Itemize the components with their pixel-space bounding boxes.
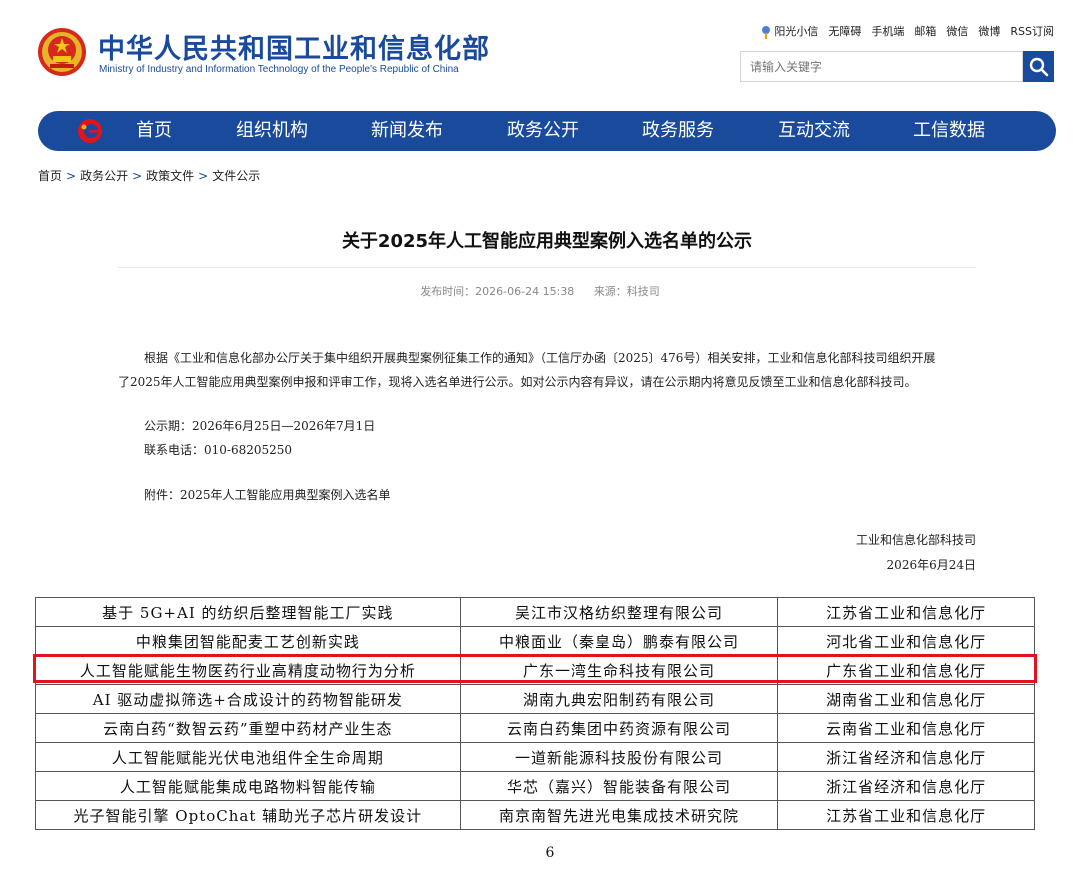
company-cell: 华芯（嘉兴）智能装备有限公司 [459, 771, 779, 801]
site-title[interactable]: 中华人民共和国工业和信息化部 [98, 27, 490, 66]
site-subtitle: Ministry of Industry and Information Tec… [99, 64, 459, 75]
article-paragraph: 根据《工业和信息化部办公厅关于集中组织开展典型案例征集工作的通知》（工信厅办函〔… [118, 346, 988, 394]
case-list-table: 基于 5G+AI 的纺织后整理智能工厂实践 吴江市汉格纺织整理有限公司 江苏省工业和… [35, 597, 1035, 830]
table-body: 基于 5G+AI 的纺织后整理智能工厂实践 吴江市汉格纺织整理有限公司 江苏省工业和… [35, 597, 1035, 830]
nav-government-affairs[interactable]: 政务公开 [507, 111, 579, 151]
page-number: 6 [545, 845, 555, 861]
search-button[interactable] [1023, 51, 1054, 82]
search-icon [1029, 57, 1048, 76]
company-cell: 湖南九典宏阳制药有限公司 [459, 684, 779, 714]
breadcrumb: 首页 > 政务公开 > 政策文件 > 文件公示 [38, 167, 260, 184]
paragraph-line: 了2025年人工智能应用典型案例申报和评审工作，现将入选名单进行公示。如对公示内… [118, 375, 917, 389]
department-cell: 江苏省工业和信息化厅 [777, 597, 1035, 627]
breadcrumb-home[interactable]: 首页 [38, 169, 62, 183]
company-cell: 云南白药集团中药资源有限公司 [459, 713, 779, 743]
top-link-wechat[interactable]: 微信 [946, 23, 968, 39]
company-cell: 中粮面业（秦皇岛）鹏泰有限公司 [459, 626, 779, 656]
department-cell: 广东省工业和信息化厅 [777, 655, 1035, 685]
signoff-organization: 工业和信息化部科技司 [855, 533, 976, 547]
article-title: 关于2025年人工智能应用典型案例入选名单的公示 [341, 231, 753, 252]
department-cell: 江苏省工业和信息化厅 [777, 800, 1035, 830]
contact-phone: 联系电话：010-68205250 [144, 443, 293, 457]
breadcrumb-public-notice[interactable]: 文件公示 [212, 169, 260, 183]
case-name-cell: 光子智能引擎 OptoChat 辅助光子芯片研发设计 [35, 800, 461, 830]
attachment-link[interactable]: 附件：2025年人工智能应用典型案例入选名单 [144, 483, 391, 507]
case-name-cell: AI 驱动虚拟筛选+合成设计的药物智能研发 [35, 684, 461, 714]
company-cell: 一道新能源科技股份有限公司 [459, 742, 779, 772]
top-link-weibo[interactable]: 微博 [978, 23, 1000, 39]
case-name-cell: 人工智能赋能集成电路物料智能传输 [35, 771, 461, 801]
breadcrumb-separator: > [132, 169, 143, 183]
miit-logo-icon [78, 119, 102, 143]
department-cell: 湖南省工业和信息化厅 [777, 684, 1035, 714]
company-cell: 南京南智先进光电集成技术研究院 [459, 800, 779, 830]
nav-government-services[interactable]: 政务服务 [642, 111, 714, 151]
table-row: 人工智能赋能生物医药行业高精度动物行为分析 广东一湾生命科技有限公司 广东省工业和信… [35, 655, 1035, 685]
nav-news[interactable]: 新闻发布 [371, 111, 443, 151]
table-row: 光子智能引擎 OptoChat 辅助光子芯片研发设计 南京南智先进光电集成技术研究… [35, 800, 1035, 830]
nav-data[interactable]: 工信数据 [913, 111, 985, 151]
signoff-date: 2026年6月24日 [886, 558, 976, 572]
paragraph-line: 根据《工业和信息化部办公厅关于集中组织开展典型案例征集工作的通知》（工信厅办函〔… [144, 351, 936, 365]
article-meta: 发布时间：2026-06-24 15:38 来源：科技司 [0, 283, 1080, 299]
article-source: 来源：科技司 [593, 285, 660, 298]
case-name-cell: 人工智能赋能生物医药行业高精度动物行为分析 [35, 655, 461, 685]
department-cell: 浙江省经济和信息化厅 [777, 742, 1035, 772]
table-row: 人工智能赋能集成电路物料智能传输 华芯（嘉兴）智能装备有限公司 浙江省经济和信息化厅 [35, 771, 1035, 801]
search-input[interactable] [741, 52, 1022, 81]
company-cell: 广东一湾生命科技有限公司 [459, 655, 779, 685]
search-box [740, 51, 1023, 82]
notice-period: 公示期：2026年6月25日—2026年7月1日 [144, 419, 376, 433]
table-row: 中粮集团智能配麦工艺创新实践 中粮面业（秦皇岛）鹏泰有限公司 河北省工业和信息化厅 [35, 626, 1035, 656]
table-row: AI 驱动虚拟筛选+合成设计的药物智能研发 湖南九典宏阳制药有限公司 湖南省工业和信… [35, 684, 1035, 714]
department-cell: 河北省工业和信息化厅 [777, 626, 1035, 656]
nav-home[interactable]: 首页 [136, 111, 172, 151]
table-row: 基于 5G+AI 的纺织后整理智能工厂实践 吴江市汉格纺织整理有限公司 江苏省工业和… [35, 597, 1035, 627]
table-row: 云南白药“数智云药”重塑中药材产业生态 云南白药集团中药资源有限公司 云南省工业和信… [35, 713, 1035, 743]
breadcrumb-policy-documents[interactable]: 政策文件 [146, 169, 194, 183]
breadcrumb-government-affairs[interactable]: 政务公开 [80, 169, 128, 183]
site-header: 中华人民共和国工业和信息化部 Ministry of Industry and … [0, 0, 1080, 110]
national-emblem-icon [38, 28, 86, 76]
top-link-rss[interactable]: RSS订阅 [1010, 23, 1054, 39]
department-cell: 浙江省经济和信息化厅 [777, 771, 1035, 801]
top-link-mail[interactable]: 邮箱 [914, 23, 936, 39]
nav-organization[interactable]: 组织机构 [236, 111, 308, 151]
sunshine-icon [762, 26, 771, 39]
main-nav: 首页 组织机构 新闻发布 政务公开 政务服务 互动交流 工信数据 [38, 111, 1056, 151]
top-links: 阳光小信 无障碍 手机端 邮箱 微信 微博 RSS订阅 [760, 23, 1054, 39]
table-row: 人工智能赋能光伏电池组件全生命周期 一道新能源科技股份有限公司 浙江省经济和信息化厅 [35, 742, 1035, 772]
title-divider [118, 267, 976, 268]
case-name-cell: 云南白药“数智云药”重塑中药材产业生态 [35, 713, 461, 743]
case-name-cell: 人工智能赋能光伏电池组件全生命周期 [35, 742, 461, 772]
department-cell: 云南省工业和信息化厅 [777, 713, 1035, 743]
nav-interaction[interactable]: 互动交流 [778, 111, 850, 151]
breadcrumb-separator: > [198, 169, 209, 183]
case-name-cell: 中粮集团智能配麦工艺创新实践 [35, 626, 461, 656]
top-link-label: 阳光小信 [774, 25, 819, 38]
case-name-cell: 基于 5G+AI 的纺织后整理智能工厂实践 [35, 597, 461, 627]
top-link-mobile[interactable]: 手机端 [871, 23, 904, 39]
breadcrumb-separator: > [66, 169, 77, 183]
company-cell: 吴江市汉格纺织整理有限公司 [459, 597, 779, 627]
top-link-accessibility[interactable]: 无障碍 [828, 23, 861, 39]
publish-time: 发布时间：2026-06-24 15:38 [420, 285, 575, 298]
top-link-sunshine[interactable]: 阳光小信 [760, 23, 818, 39]
